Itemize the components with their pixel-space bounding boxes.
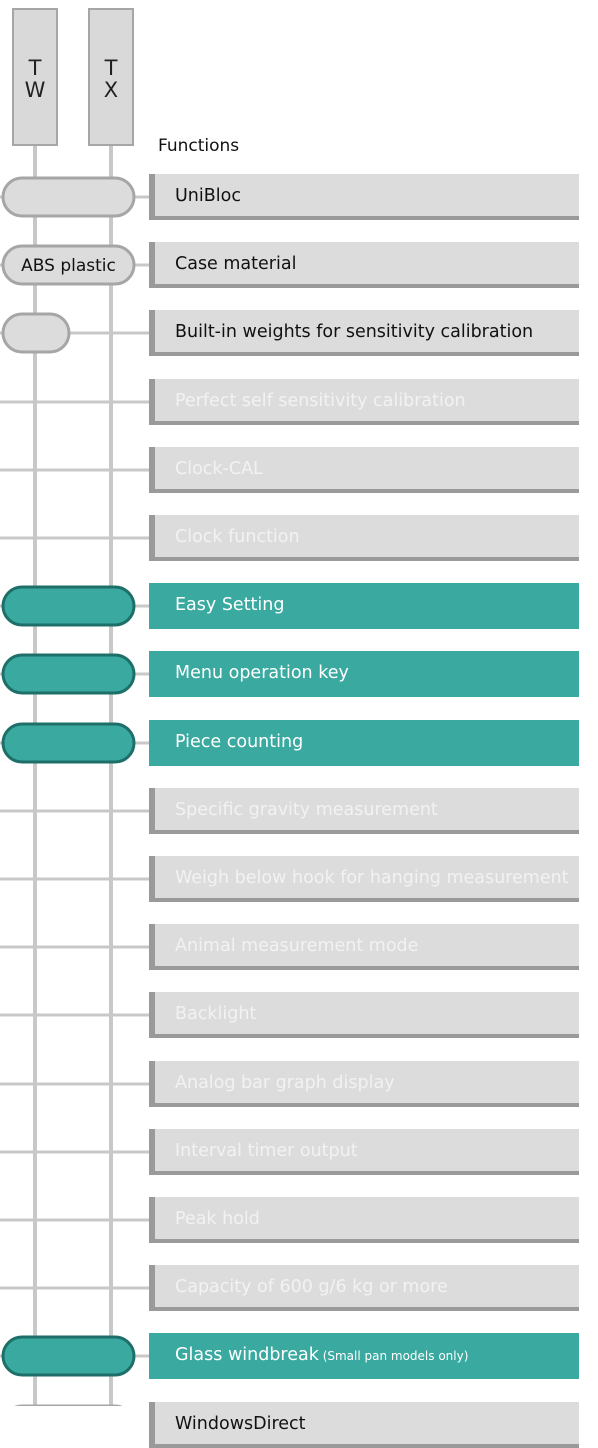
function-row: UniBloc <box>0 174 598 220</box>
function-row: Animal measurement mode <box>0 924 598 970</box>
function-label: Piece counting <box>149 720 579 766</box>
function-label-text: Animal measurement mode <box>175 936 419 956</box>
function-label: Peak hold <box>149 1197 579 1243</box>
function-label-text: Piece counting <box>175 732 304 752</box>
function-label: Animal measurement mode <box>149 924 579 970</box>
function-label: Backlight <box>149 992 579 1038</box>
function-label: Interval timer output <box>149 1129 579 1175</box>
function-row: Capacity of 600 g/6 kg or more <box>0 1265 598 1311</box>
function-label: WindowsDirect <box>149 1402 579 1448</box>
function-label-text: Specific gravity measurement <box>175 800 438 820</box>
function-row: Case material <box>0 242 598 288</box>
function-row: Piece counting <box>0 720 598 766</box>
function-row: Backlight <box>0 992 598 1038</box>
function-row: Perfect self sensitivity calibration <box>0 379 598 425</box>
function-label: Perfect self sensitivity calibration <box>149 379 579 425</box>
column-header-tw-line2: W <box>24 78 46 102</box>
function-row: Peak hold <box>0 1197 598 1243</box>
function-label-text: Built-in weights for sensitivity calibra… <box>175 322 534 342</box>
function-label: Capacity of 600 g/6 kg or more <box>149 1265 579 1311</box>
column-header-tx: T X <box>88 8 134 146</box>
function-label-text: Capacity of 600 g/6 kg or more <box>175 1277 448 1297</box>
function-label: Clock function <box>149 515 579 561</box>
function-row: Easy Setting <box>0 583 598 629</box>
function-row: Weigh below hook for hanging measurement <box>0 856 598 902</box>
column-header-tw: T W <box>12 8 58 146</box>
column-header-tx-line2: X <box>103 78 119 102</box>
function-label-text: Clock function <box>175 527 300 547</box>
functions-heading: Functions <box>158 136 240 156</box>
function-label-text: Clock-CAL <box>175 459 263 479</box>
function-label: Easy Setting <box>149 583 579 629</box>
function-label: Specific gravity measurement <box>149 788 579 834</box>
function-label-text: Analog bar graph display <box>175 1073 395 1093</box>
function-label-text: Case material <box>175 254 297 274</box>
function-label-text: WindowsDirect <box>175 1414 306 1434</box>
function-label-text: Menu operation key <box>175 663 349 683</box>
function-label-text: Perfect self sensitivity calibration <box>175 391 466 411</box>
function-label-text: Interval timer output <box>175 1141 358 1161</box>
function-row: WindowsDirect <box>0 1402 598 1448</box>
function-row: Analog bar graph display <box>0 1061 598 1107</box>
function-label: Menu operation key <box>149 651 579 697</box>
function-row: Interval timer output <box>0 1129 598 1175</box>
column-header-tx-line1: T <box>104 56 118 80</box>
function-label: Built-in weights for sensitivity calibra… <box>149 310 579 356</box>
function-label: UniBloc <box>149 174 579 220</box>
function-label: Weigh below hook for hanging measurement <box>149 856 579 902</box>
function-label-text: Glass windbreak <box>175 1345 319 1365</box>
function-label-text: Easy Setting <box>175 595 285 615</box>
function-label: Case material <box>149 242 579 288</box>
function-row: Menu operation key <box>0 651 598 697</box>
function-label-note: (Small pan models only) <box>318 1349 469 1363</box>
function-label-text: UniBloc <box>175 186 241 206</box>
function-row: Glass windbreak (Small pan models only) <box>0 1333 598 1379</box>
function-row: Specific gravity measurement <box>0 788 598 834</box>
function-row: Clock function <box>0 515 598 561</box>
function-label-text: Backlight <box>175 1004 257 1024</box>
function-label: Clock-CAL <box>149 447 579 493</box>
function-label-text: Weigh below hook for hanging measurement <box>175 868 569 888</box>
column-header-tw-line1: T <box>28 56 42 80</box>
function-label: Analog bar graph display <box>149 1061 579 1107</box>
function-label: Glass windbreak (Small pan models only) <box>149 1333 579 1379</box>
function-row: Built-in weights for sensitivity calibra… <box>0 310 598 356</box>
function-row: Clock-CAL <box>0 447 598 493</box>
function-label-text: Peak hold <box>175 1209 260 1229</box>
